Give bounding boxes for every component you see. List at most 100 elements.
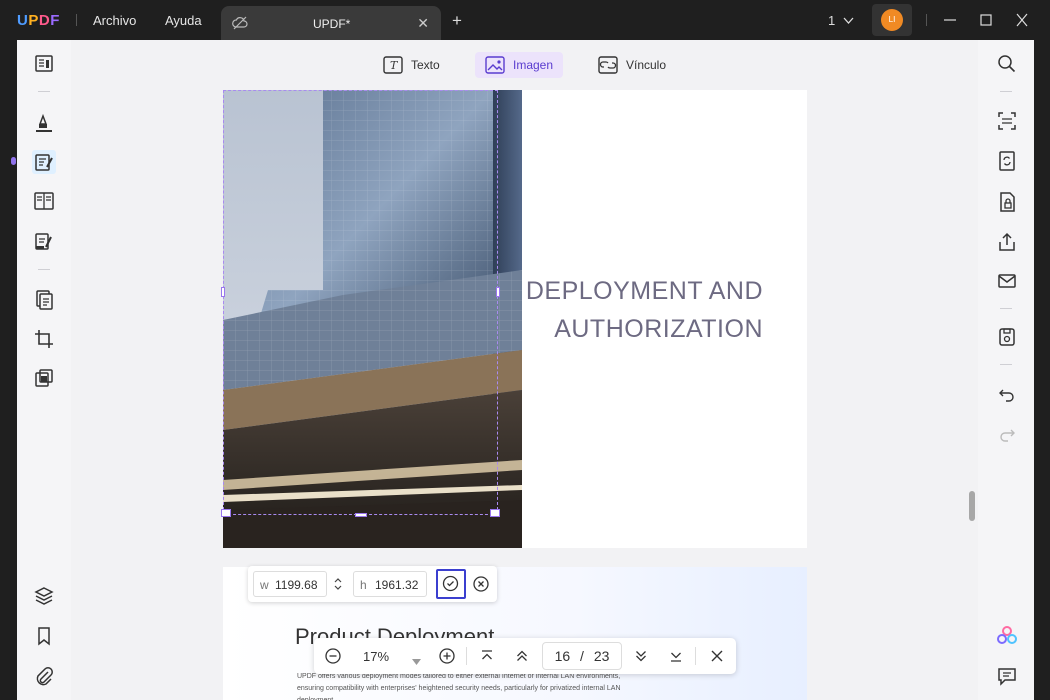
ocr-icon[interactable] [995, 109, 1019, 133]
cancel-circle-icon [473, 576, 489, 592]
first-page-icon[interactable] [480, 649, 494, 668]
page-tools-icon[interactable] [32, 288, 56, 312]
maximize-icon[interactable] [980, 10, 992, 35]
text-icon: T [383, 56, 403, 74]
page2-body[interactable]: UPDF offers various deployment modes tai… [297, 671, 627, 700]
close-zoombar-icon[interactable] [710, 649, 724, 668]
width-value: 1199.68 [275, 578, 318, 592]
right-sidebar [978, 40, 1034, 700]
menu-archivo[interactable]: Archivo [93, 13, 136, 28]
height-value: 1961.32 [375, 578, 419, 592]
zoom-in-icon[interactable] [438, 647, 456, 670]
svg-text:T: T [390, 59, 399, 72]
confirm-size-button[interactable] [436, 569, 466, 599]
heading-line-1: DEPLOYMENT AND [525, 277, 763, 305]
layers-icon[interactable] [32, 584, 56, 608]
title-bar: UPDF Archivo Ayuda UPDF* ✕ + 1 LI [0, 0, 1050, 40]
sidebar-divider [38, 91, 50, 92]
menu-ayuda[interactable]: Ayuda [165, 13, 202, 28]
left-sidebar [17, 40, 71, 700]
total-pages: 23 [593, 648, 610, 664]
edit-text-button[interactable]: T Texto [373, 52, 450, 78]
convert-icon[interactable] [995, 149, 1019, 173]
share-icon[interactable] [995, 230, 1019, 254]
last-page-icon[interactable] [669, 649, 683, 668]
page-count-value: 1 [828, 13, 836, 28]
cloud-off-icon [232, 16, 248, 35]
edit-image-button[interactable]: Imagen [475, 52, 564, 78]
highlighter-icon[interactable] [32, 111, 56, 135]
fill-sign-icon[interactable] [32, 229, 56, 253]
attachment-icon[interactable] [32, 664, 56, 688]
page-heading[interactable]: DEPLOYMENT AND AUTHORIZATION [526, 272, 763, 348]
resize-handle-right[interactable] [496, 287, 500, 297]
link-icon [598, 56, 618, 74]
edit-image-label: Imagen [513, 58, 554, 72]
width-label: w [260, 578, 269, 592]
reader-icon[interactable] [32, 52, 56, 76]
previous-page-icon[interactable] [515, 649, 529, 668]
image-size-bar: w 1199.68 h 1961.32 [248, 566, 497, 602]
ai-assistant-icon[interactable] [995, 624, 1019, 648]
user-avatar[interactable]: LI [872, 4, 912, 36]
height-label: h [360, 578, 367, 592]
title-separator-2 [926, 14, 927, 26]
sidebar-divider [1000, 364, 1012, 365]
save-icon[interactable] [995, 325, 1019, 349]
comment-icon[interactable] [995, 664, 1019, 688]
sidebar-divider [1000, 308, 1012, 309]
document-workspace: T Texto Imagen Vínculo DEPLOYMENT AND AU… [71, 40, 978, 700]
active-tool-indicator [11, 157, 16, 165]
tab-title: UPDF* [313, 17, 351, 31]
heading-line-2: AUTHORIZATION [554, 315, 763, 343]
next-page-icon[interactable] [634, 649, 648, 668]
resize-handle-left[interactable] [221, 287, 225, 297]
check-circle-icon [442, 575, 459, 592]
resize-handle-bottom-right[interactable] [490, 509, 500, 517]
updf-logo: UPDF [17, 12, 60, 29]
new-tab-icon[interactable]: + [452, 12, 462, 29]
title-separator [76, 14, 77, 26]
height-field[interactable]: h 1961.32 [353, 571, 427, 597]
user-initials: LI [881, 9, 903, 31]
close-tab-icon[interactable]: ✕ [417, 15, 429, 32]
edit-pdf-icon[interactable] [32, 150, 56, 174]
document-tab[interactable]: UPDF* ✕ [221, 6, 441, 40]
bookmark-icon[interactable] [32, 624, 56, 648]
search-icon[interactable] [995, 52, 1019, 76]
page-count-dropdown[interactable]: 1 [828, 13, 854, 28]
minimize-icon[interactable] [943, 10, 957, 35]
vertical-scrollbar[interactable] [969, 491, 975, 521]
zoombar-divider [466, 647, 467, 665]
page-number-field[interactable]: 16 / 23 [542, 642, 622, 670]
chevron-down-icon [843, 17, 854, 24]
protect-icon[interactable] [995, 190, 1019, 214]
edit-link-label: Vínculo [626, 58, 667, 72]
window-border-left [0, 40, 17, 700]
window-border-right [1034, 40, 1050, 700]
combine-icon[interactable] [32, 366, 56, 390]
edit-link-button[interactable]: Vínculo [588, 52, 676, 78]
resize-handle-bottom[interactable] [355, 513, 367, 517]
email-icon[interactable] [995, 269, 1019, 293]
zoom-value[interactable]: 17% [363, 649, 389, 664]
zoom-out-icon[interactable] [324, 647, 342, 670]
organize-pages-icon[interactable] [32, 189, 56, 213]
sidebar-divider [1000, 91, 1012, 92]
cancel-size-button[interactable] [472, 575, 490, 598]
image-selection-box[interactable] [223, 90, 498, 515]
image-icon [485, 56, 505, 74]
zoom-navigation-bar: 17% 16 / 23 [314, 638, 736, 674]
resize-handle-bottom-left[interactable] [221, 509, 231, 517]
zoombar-divider [695, 647, 696, 665]
lock-ratio-icon[interactable] [334, 577, 342, 596]
current-page: 16 [554, 648, 571, 664]
undo-icon[interactable] [995, 382, 1019, 406]
sidebar-divider [38, 269, 50, 270]
edit-text-label: Texto [411, 58, 440, 72]
close-window-icon[interactable] [1016, 10, 1028, 35]
zoom-dropdown-icon[interactable] [412, 652, 421, 670]
redo-icon[interactable] [995, 422, 1019, 446]
crop-icon[interactable] [32, 327, 56, 351]
width-field[interactable]: w 1199.68 [253, 571, 327, 597]
